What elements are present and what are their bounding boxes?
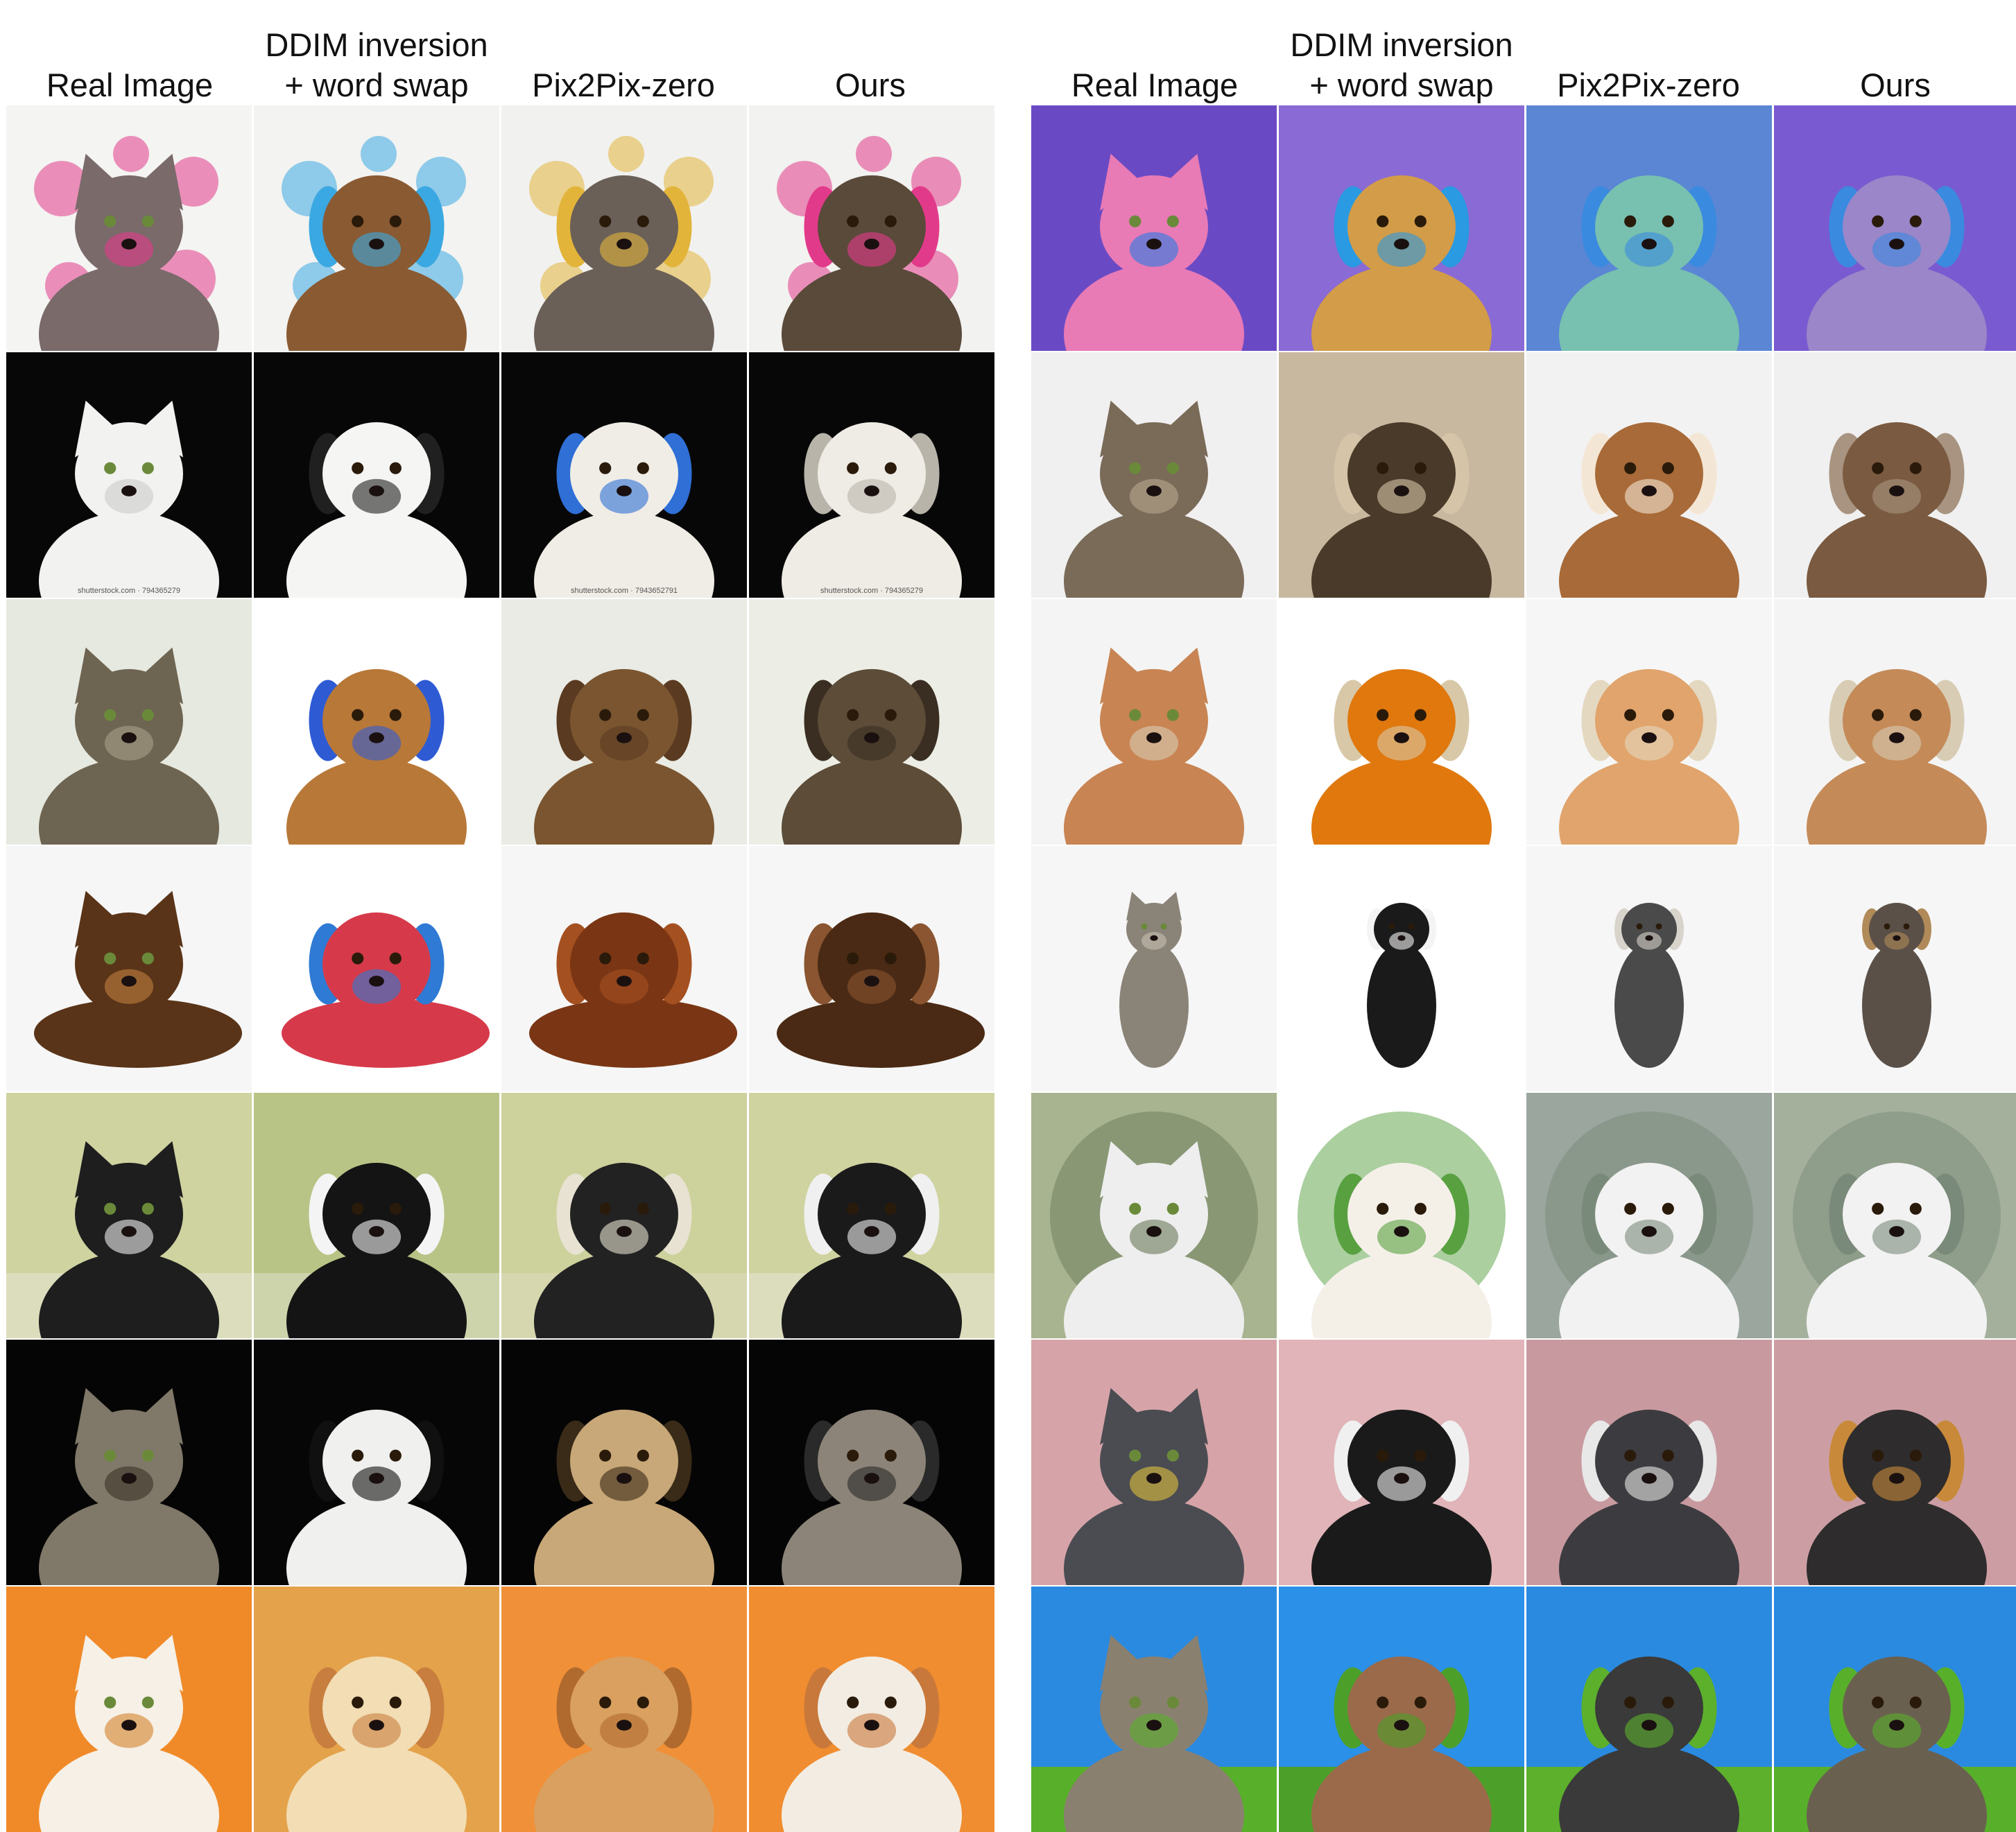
thumbnail-ddim-word-swap: [254, 352, 499, 598]
thumbnail-ours: [749, 1093, 994, 1338]
thumbnail-pix2pix-zero: [501, 599, 747, 845]
thumbnail-pix2pix-zero: [1526, 1587, 1772, 1832]
thumbnail-ours: [749, 105, 994, 351]
image-row: [1031, 105, 2016, 351]
image-row: [1031, 846, 2016, 1091]
thumbnail-ours: [749, 846, 994, 1091]
header-line: Pix2Pix-zero: [532, 67, 715, 103]
header-ddim: DDIM inversion + word swap: [253, 25, 500, 105]
image-row: [1031, 1340, 2016, 1585]
thumbnail-real-image: [1031, 1340, 1277, 1585]
thumbnail-real-image: [6, 105, 252, 351]
thumbnail-ours: [749, 1587, 994, 1832]
thumbnail-ddim-word-swap: [254, 1587, 499, 1832]
thumbnail-ddim-word-swap: [254, 1340, 499, 1585]
header-line: DDIM inversion: [1290, 26, 1513, 63]
image-row: [6, 599, 994, 845]
thumbnail-pix2pix-zero: [1526, 352, 1772, 598]
header-line: Ours: [835, 67, 906, 103]
thumbnail-pix2pix-zero: [1526, 105, 1772, 351]
thumbnail-real-image: [6, 1340, 252, 1585]
thumbnail-pix2pix-zero: [1526, 1093, 1772, 1338]
image-row: [6, 1093, 994, 1338]
thumbnail-ddim-word-swap: [1279, 846, 1524, 1091]
thumbnail-pix2pix-zero: [1526, 599, 1772, 845]
image-row: [1031, 599, 2016, 845]
thumbnail-ours: [1774, 1587, 2016, 1832]
thumbnail-pix2pix-zero: [501, 846, 747, 1091]
thumbnail-pix2pix-zero: shutterstock.com · 7943652791: [501, 352, 747, 598]
thumbnail-real-image: [6, 846, 252, 1091]
watermark-text: shutterstock.com · 7943652791: [570, 587, 678, 595]
left-panel: Real Image DDIM inversion + word swap Pix…: [6, 0, 994, 1832]
header-pix2pix: Pix2Pix-zero: [500, 65, 747, 105]
thumbnail-pix2pix-zero: [501, 1093, 747, 1338]
thumbnail-ours: [1774, 846, 2016, 1091]
thumbnail-real-image: [6, 1093, 252, 1338]
column-headers: Real Image DDIM inversion + word swap Pix…: [1031, 0, 2016, 105]
thumbnail-ddim-word-swap: [1279, 352, 1524, 598]
thumbnail-ours: [1774, 1093, 2016, 1338]
header-line: + word swap: [284, 67, 469, 103]
thumbnail-pix2pix-zero: [501, 1587, 747, 1832]
thumbnail-ours: [749, 599, 994, 845]
watermark-text: shutterstock.com · 794365279: [78, 587, 180, 595]
header-line: Real Image: [46, 67, 214, 103]
thumbnail-pix2pix-zero: [501, 105, 747, 351]
thumbnail-ours: [1774, 599, 2016, 845]
thumbnail-ddim-word-swap: [1279, 1587, 1524, 1832]
thumbnail-real-image: [1031, 352, 1277, 598]
thumbnail-real-image: [1031, 1093, 1277, 1338]
header-real-image: Real Image: [1031, 65, 1278, 105]
image-row: [6, 1587, 994, 1832]
thumbnail-real-image: [6, 1587, 252, 1832]
image-row: shutterstock.com · 794365279 shutterstock…: [6, 352, 994, 598]
header-ddim: DDIM inversion + word swap: [1278, 25, 1525, 105]
image-row: [6, 846, 994, 1091]
thumbnail-real-image: [1031, 105, 1277, 351]
header-real-image: Real Image: [6, 65, 253, 105]
thumbnail-ours: shutterstock.com · 794365279: [749, 352, 994, 598]
thumbnail-ours: [1774, 352, 2016, 598]
image-row: [6, 105, 994, 351]
image-row: [1031, 1093, 2016, 1338]
column-headers: Real Image DDIM inversion + word swap Pix…: [6, 0, 994, 105]
thumbnail-ddim-word-swap: [254, 599, 499, 845]
header-line: + word swap: [1309, 67, 1494, 103]
thumbnail-ours: [1774, 1340, 2016, 1585]
thumbnail-ddim-word-swap: [254, 1093, 499, 1338]
thumbnail-pix2pix-zero: [1526, 1340, 1772, 1585]
header-line: DDIM inversion: [265, 26, 488, 63]
image-row: [1031, 352, 2016, 598]
image-row: [1031, 1587, 2016, 1832]
thumbnail-pix2pix-zero: [501, 1340, 747, 1585]
thumbnail-ddim-word-swap: [1279, 1093, 1524, 1338]
header-line: Real Image: [1071, 67, 1239, 103]
thumbnail-pix2pix-zero: [1526, 846, 1772, 1091]
header-pix2pix: Pix2Pix-zero: [1525, 65, 1772, 105]
thumbnail-real-image: [1031, 846, 1277, 1091]
header-line: Pix2Pix-zero: [1557, 67, 1740, 103]
image-row: [6, 1340, 994, 1585]
right-panel: Real Image DDIM inversion + word swap Pix…: [1031, 0, 2016, 1832]
header-ours: Ours: [1772, 65, 2016, 105]
image-grid: shutterstock.com · 794365279 shutterstock…: [6, 105, 994, 1832]
image-grid: [1031, 105, 2016, 1832]
thumbnail-ours: [749, 1340, 994, 1585]
thumbnail-real-image: [1031, 599, 1277, 845]
watermark-text: shutterstock.com · 794365279: [820, 587, 923, 595]
header-line: Ours: [1860, 67, 1931, 103]
thumbnail-real-image: [6, 599, 252, 845]
thumbnail-ddim-word-swap: [1279, 1340, 1524, 1585]
thumbnail-ddim-word-swap: [1279, 599, 1524, 845]
thumbnail-ddim-word-swap: [254, 846, 499, 1091]
thumbnail-ddim-word-swap: [1279, 105, 1524, 351]
thumbnail-real-image: [1031, 1587, 1277, 1832]
header-ours: Ours: [747, 65, 994, 105]
thumbnail-real-image: shutterstock.com · 794365279: [6, 352, 252, 598]
thumbnail-ours: [1774, 105, 2016, 351]
thumbnail-ddim-word-swap: [254, 105, 499, 351]
